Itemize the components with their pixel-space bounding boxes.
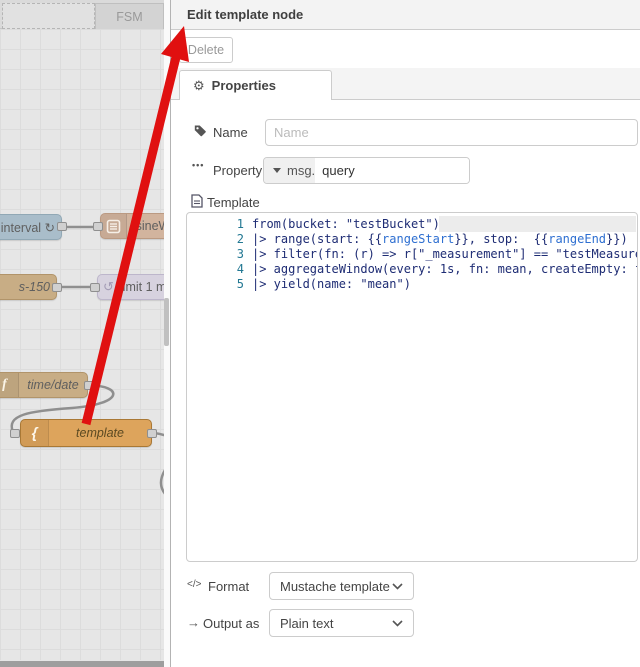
workspace-tab-bar: FSM xyxy=(0,0,164,29)
property-value-input[interactable] xyxy=(315,158,469,183)
template-brace-icon: { xyxy=(21,420,49,446)
name-label: Name xyxy=(213,125,248,140)
wire[interactable] xyxy=(153,431,164,495)
caret-down-icon xyxy=(273,168,281,173)
node-port[interactable] xyxy=(84,381,94,390)
screen: interval ↻ sineW s-150 ↺ limit 1 ms xyxy=(0,0,640,667)
node-label: sineW xyxy=(135,219,164,233)
node-port[interactable] xyxy=(57,222,67,231)
node-label: template xyxy=(76,426,124,440)
tag-icon xyxy=(194,124,207,142)
workspace-tab-ghost[interactable] xyxy=(2,3,95,29)
node-label: time/date xyxy=(27,378,79,392)
dialog-toolbar: Delete xyxy=(171,30,640,68)
node-limit[interactable]: ↺ limit 1 ms xyxy=(97,274,164,300)
node-template[interactable]: { template xyxy=(20,419,152,447)
format-label: Format xyxy=(208,579,250,594)
editor-code: from(bucket: "testBucket") |> range(start… xyxy=(252,217,638,291)
workspace-tab-fsm[interactable]: FSM xyxy=(95,3,164,29)
canvas-hscrollbar[interactable] xyxy=(0,661,164,667)
gear-icon: ⚙ xyxy=(193,77,205,93)
template-label: Template xyxy=(207,195,260,210)
tab-label: Properties xyxy=(211,78,276,93)
template-doc-icon xyxy=(191,194,203,213)
property-typed-input: msg. xyxy=(263,157,470,184)
dialog-body: Name ••• Property msg. Template 12345 xyxy=(171,100,640,667)
template-code-editor[interactable]: 12345 from(bucket: "testBucket") |> range… xyxy=(186,212,638,562)
node-sinewave[interactable]: sineW xyxy=(100,213,164,239)
node-port[interactable] xyxy=(52,283,62,292)
msg-type-button[interactable]: msg. xyxy=(264,158,316,183)
wires-layer xyxy=(10,225,164,495)
node-port[interactable] xyxy=(93,222,103,231)
function-icon: f xyxy=(0,373,19,397)
node-label: s-150 xyxy=(18,280,50,294)
node-port[interactable] xyxy=(147,429,157,438)
edit-dialog: Edit template node Delete ⚙ Properties N… xyxy=(170,0,640,667)
node-timedate[interactable]: f time/date xyxy=(0,372,88,398)
editor-gutter: 12345 xyxy=(236,217,244,291)
output-as-select[interactable]: Plain text xyxy=(269,609,414,637)
arrow-right-icon: → xyxy=(187,615,200,630)
output-as-select-value: Plain text xyxy=(280,615,334,631)
delete-button[interactable]: Delete xyxy=(179,37,233,63)
flow-canvas[interactable]: interval ↻ sineW s-150 ↺ limit 1 ms xyxy=(0,0,164,667)
node-port[interactable] xyxy=(10,429,20,438)
canvas-scrollbar-thumb[interactable] xyxy=(164,298,169,346)
format-select[interactable]: Mustache template xyxy=(269,572,414,600)
rate-limit-icon: ↺ xyxy=(103,279,114,294)
name-input[interactable] xyxy=(265,119,638,146)
node-ms150[interactable]: s-150 xyxy=(0,274,57,300)
ellipsis-icon: ••• xyxy=(192,160,205,170)
dialog-title: Edit template node xyxy=(171,0,640,30)
code-icon: </> xyxy=(187,579,202,590)
node-label: interval ↻ xyxy=(0,220,55,235)
chevron-down-icon xyxy=(392,583,403,590)
node-interval[interactable]: interval ↻ xyxy=(0,214,62,240)
property-label: Property xyxy=(213,163,263,178)
format-select-value: Mustache template xyxy=(280,578,390,594)
msg-type-label: msg. xyxy=(287,163,316,178)
output-as-label: Output as xyxy=(203,616,260,631)
chevron-down-icon xyxy=(392,620,403,627)
tab-properties[interactable]: ⚙ Properties xyxy=(179,70,332,100)
sinewave-icon xyxy=(101,214,127,238)
node-label: limit 1 ms xyxy=(119,280,164,294)
node-port[interactable] xyxy=(90,283,100,292)
